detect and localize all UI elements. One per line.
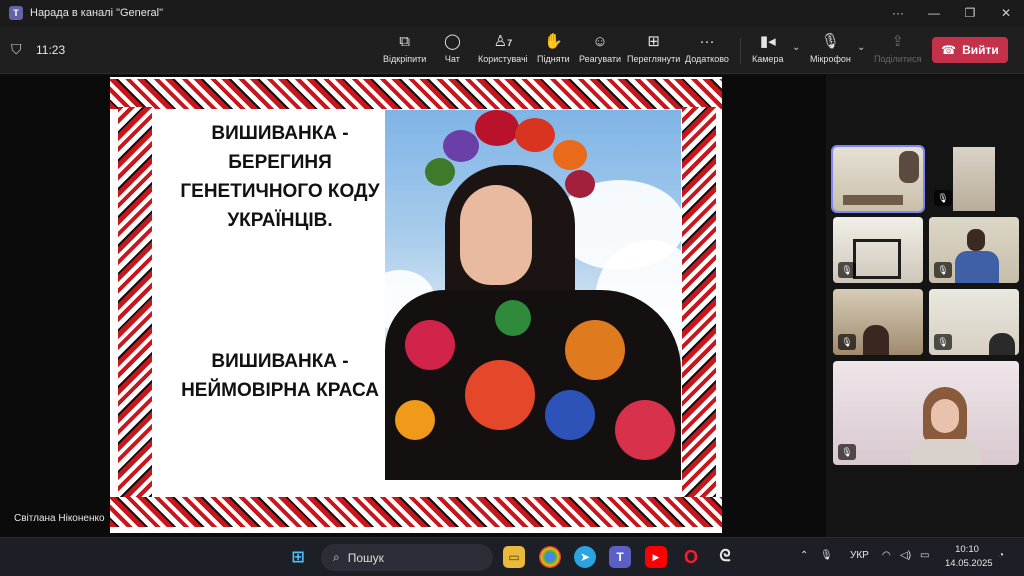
embroidery-border-top [110, 79, 722, 109]
embroidery-border-bottom [110, 497, 722, 527]
mic-off-icon: 🎙 [934, 190, 952, 206]
grid-icon: ⊞ [647, 33, 660, 50]
share-icon: ⇪ [891, 33, 904, 50]
notification-bell-icon[interactable]: ◔ [998, 550, 1004, 561]
camera-chevron-down-icon[interactable]: ⌄ [792, 42, 800, 53]
chat-button[interactable]: ◯ Чат [444, 32, 461, 70]
unpin-label: Відкріпити [383, 54, 427, 64]
toolbar-divider [740, 38, 741, 64]
participant-tile[interactable]: 🎙 [833, 217, 923, 283]
mic-off-icon: 🎙 [838, 262, 856, 278]
phone-hangup-icon: ☎ [941, 43, 957, 57]
ellipsis-icon: ··· [699, 33, 715, 50]
camera-icon: ▮◂ [759, 33, 776, 50]
slide-heading-2: ВИШИВАНКА - НЕЙМОВІРНА КРАСА [181, 351, 379, 401]
telegram-icon[interactable]: ➤ [574, 546, 596, 568]
mic-label: Мікрофон [810, 54, 851, 64]
chrome-icon[interactable] [539, 546, 561, 568]
woman-in-vyshyvanka-photo [385, 110, 681, 480]
more-options-icon[interactable]: ··· [880, 6, 916, 20]
meeting-timer: 11:23 [36, 43, 66, 57]
mic-off-tray-icon[interactable]: 🎙 [820, 550, 833, 561]
embroidery-border-right [682, 107, 716, 503]
hand-icon: ✋ [544, 33, 563, 50]
unpin-icon: ⧉ [399, 33, 410, 50]
embroidered-blouse [385, 290, 681, 480]
smile-icon: ☺ [592, 33, 608, 50]
view-button[interactable]: ⊞ Переглянути [627, 32, 680, 70]
raise-hand-label: Підняти [537, 54, 570, 64]
share-button[interactable]: ⇪ Поділитися [874, 32, 921, 70]
language-indicator[interactable]: УКР [850, 550, 869, 561]
windows-taskbar: ⊞ ⌕ Пошук ▭ ➤ T ▶ O ᘓ ⌃ 🎙 УКР ◠ ◁) ▭ 10:… [0, 537, 1024, 576]
window-title: Нарада в каналі "General" [30, 7, 164, 19]
window-controls: ··· — ❐ ✕ [880, 0, 1024, 26]
participant-tile[interactable]: 🎙 [929, 217, 1019, 283]
maximize-button[interactable]: ❐ [952, 6, 988, 20]
camera-button[interactable]: ▮◂ Камера [752, 32, 783, 70]
unpin-button[interactable]: ⧉ Відкріпити [383, 32, 426, 70]
camera-label: Камера [752, 54, 784, 64]
teams-logo-icon: T [9, 6, 23, 20]
more-button[interactable]: ··· Додатково [685, 32, 729, 70]
teams-icon[interactable]: T [609, 546, 631, 568]
shield-icon: ⛉ [11, 41, 22, 57]
youtube-icon[interactable]: ▶ [645, 546, 667, 568]
mic-button[interactable]: 🎙 Мікрофон [810, 32, 851, 70]
mic-off-icon: 🎙 [838, 444, 856, 460]
mic-off-icon: 🎙 [934, 262, 952, 278]
participant-tile[interactable]: 🎙 [833, 289, 923, 355]
mic-off-icon: 🎙 [820, 33, 840, 50]
slide-heading-1: ВИШИВАНКА - БЕРЕГИНЯ ГЕНЕТИЧНОГО КОДУ УК… [180, 123, 380, 231]
title-bar: T Нарада в каналі "General" ··· — ❐ ✕ [0, 0, 1024, 26]
volume-icon[interactable]: ◁) [900, 550, 911, 561]
mic-off-icon: 🎙 [934, 334, 952, 350]
app-icon[interactable]: ᘓ [714, 546, 736, 568]
participant-tile[interactable]: 🎙 [833, 361, 1019, 465]
more-label: Додатково [685, 54, 729, 64]
meeting-toolbar: ⛉ 11:23 ⧉ Відкріпити ◯ Чат ♙7 Користувач… [0, 26, 1024, 74]
participant-tile[interactable]: 🎙 [929, 289, 1019, 355]
participants-strip: 🎙 🎙 🎙 🎙 🎙 🎙 [826, 75, 1024, 537]
mic-off-icon: 🎙 [838, 334, 856, 350]
wifi-icon[interactable]: ◠ [882, 550, 891, 561]
react-button[interactable]: ☺ Реагувати [579, 32, 621, 70]
taskbar-search[interactable]: ⌕ Пошук [321, 544, 493, 571]
people-count: 7 [507, 38, 513, 48]
presenter-name: Світлана Ніконенко [14, 513, 105, 524]
flower-wreath [415, 110, 605, 200]
raise-hand-button[interactable]: ✋ Підняти [537, 32, 570, 70]
embroidery-border-left [118, 107, 152, 503]
people-button[interactable]: ♙7 Користувачі [478, 32, 528, 70]
leave-button[interactable]: ☎ Вийти [932, 37, 1008, 63]
leave-label: Вийти [962, 43, 999, 57]
chat-label: Чат [444, 54, 460, 64]
mic-chevron-down-icon[interactable]: ⌄ [857, 42, 865, 53]
participant-tile[interactable] [831, 145, 925, 213]
clock-date: 14.05.2025 [945, 558, 993, 569]
search-placeholder: Пошук [347, 550, 384, 565]
windows-start-icon[interactable]: ⊞ [287, 546, 309, 568]
people-label: Користувачі [478, 54, 528, 64]
people-icon: ♙7 [493, 33, 513, 50]
minimize-button[interactable]: — [916, 6, 952, 20]
opera-icon[interactable]: O [680, 546, 702, 568]
chat-icon: ◯ [444, 33, 461, 50]
taskbar-clock[interactable]: 10:10 14.05.2025 [945, 543, 993, 571]
battery-icon[interactable]: ▭ [920, 550, 929, 561]
shared-slide: ВИШИВАНКА - БЕРЕГИНЯ ГЕНЕТИЧНОГО КОДУ УК… [110, 77, 722, 533]
file-explorer-icon[interactable]: ▭ [503, 546, 525, 568]
react-label: Реагувати [579, 54, 622, 64]
close-button[interactable]: ✕ [988, 6, 1024, 20]
clock-time: 10:10 [955, 544, 979, 555]
chevron-up-icon[interactable]: ⌃ [800, 550, 808, 561]
participant-tile[interactable]: 🎙 [929, 147, 1019, 211]
search-icon: ⌕ [333, 550, 340, 564]
share-label: Поділитися [874, 54, 922, 64]
view-label: Переглянути [627, 54, 681, 64]
